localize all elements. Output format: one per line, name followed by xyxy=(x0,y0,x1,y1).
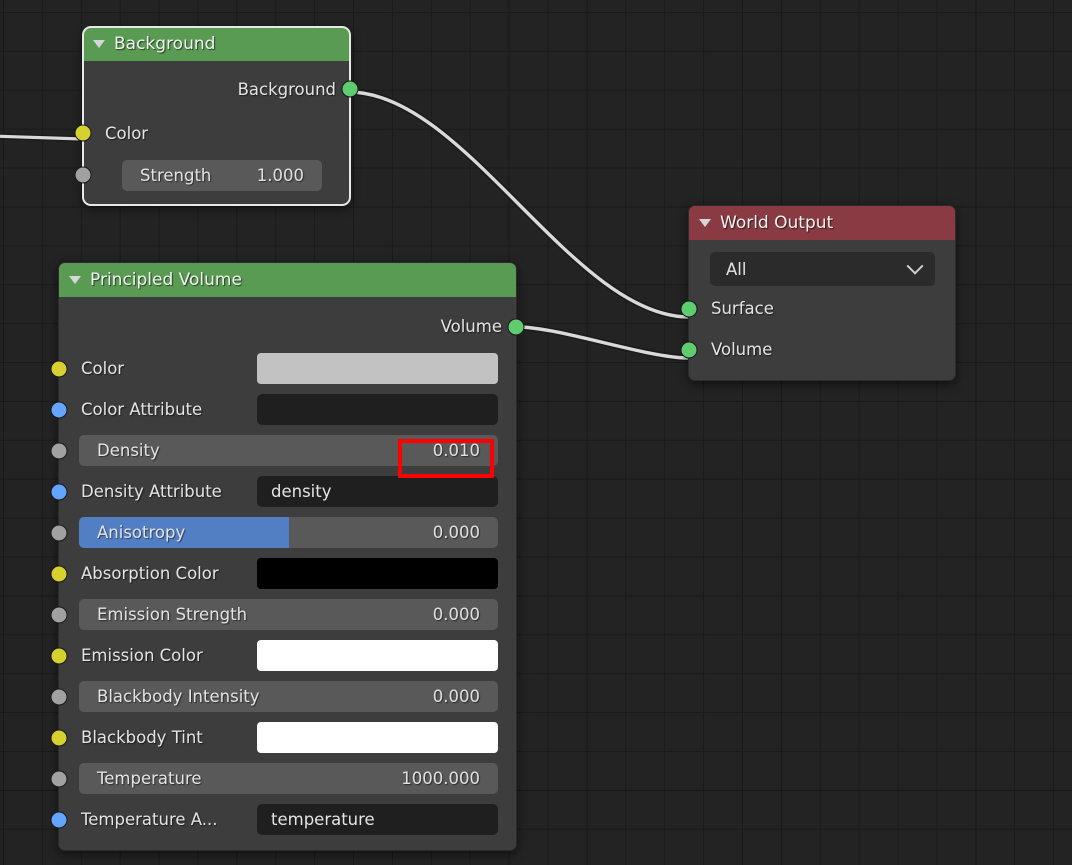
temperature-attribute-value: temperature xyxy=(271,810,375,829)
socket-input-density[interactable] xyxy=(50,442,68,459)
socket-input-wo-volume[interactable] xyxy=(680,341,698,358)
socket-input-emission-strength[interactable] xyxy=(50,606,68,623)
absorption-color-swatch[interactable] xyxy=(257,558,498,589)
temperature-value: 1000.000 xyxy=(401,769,480,788)
input-row-emission-strength: Emission Strength 0.000 xyxy=(50,594,516,635)
input-label-emission-color: Emission Color xyxy=(81,646,203,665)
node-principled-volume-title: Principled Volume xyxy=(90,270,242,290)
temperature-field[interactable]: Temperature 1000.000 xyxy=(79,763,498,794)
socket-input-color-attribute[interactable] xyxy=(50,401,68,418)
socket-input-pv-color[interactable] xyxy=(50,360,68,377)
socket-input-blackbody-intensity[interactable] xyxy=(50,688,68,705)
density-value: 0.010 xyxy=(432,441,480,460)
triangle-down-icon[interactable] xyxy=(93,40,105,48)
temperature-label: Temperature xyxy=(97,769,202,788)
input-row-surface: Surface xyxy=(680,288,955,329)
temperature-attribute-field[interactable]: temperature xyxy=(257,804,498,835)
input-row-density: Density 0.010 xyxy=(50,430,516,471)
emission-strength-field[interactable]: Emission Strength 0.000 xyxy=(79,599,498,630)
socket-input-temperature-attribute[interactable] xyxy=(50,811,68,828)
strength-value: 1.000 xyxy=(256,165,304,185)
input-label-color-attribute: Color Attribute xyxy=(81,400,203,419)
input-row-absorption-color: Absorption Color xyxy=(50,553,516,594)
input-row-blackbody-tint: Blackbody Tint xyxy=(50,717,516,758)
input-label-wo-volume: Volume xyxy=(711,340,773,359)
input-row-blackbody-intensity: Blackbody Intensity 0.000 xyxy=(50,676,516,717)
input-row-emission-color: Emission Color xyxy=(50,635,516,676)
input-label-temperature-attribute: Temperature A... xyxy=(81,810,218,829)
socket-input-color[interactable] xyxy=(74,124,92,142)
anisotropy-value: 0.000 xyxy=(432,523,480,542)
emission-strength-value: 0.000 xyxy=(432,605,480,624)
density-value-field[interactable]: Density 0.010 xyxy=(79,435,498,466)
node-background-body: Background Color Strength 1.000 xyxy=(74,61,359,205)
pv-color-swatch[interactable] xyxy=(257,353,498,384)
color-attribute-field[interactable] xyxy=(257,394,498,425)
output-label-background: Background xyxy=(237,79,336,99)
socket-output-volume[interactable] xyxy=(507,318,525,336)
target-dropdown[interactable]: All xyxy=(710,252,935,286)
socket-input-emission-color[interactable] xyxy=(50,647,68,664)
node-principled-volume-body: Volume Color Color Attribute Density 0.0… xyxy=(50,297,525,850)
socket-input-temperature[interactable] xyxy=(50,770,68,787)
input-label-color: Color xyxy=(105,123,149,143)
chevron-down-icon[interactable] xyxy=(906,257,924,275)
input-row-pv-color: Color xyxy=(50,348,516,389)
blackbody-intensity-value: 0.000 xyxy=(432,687,480,706)
node-principled-volume-header[interactable]: Principled Volume xyxy=(59,263,516,297)
socket-input-density-attribute[interactable] xyxy=(50,483,68,500)
node-background-header[interactable]: Background xyxy=(83,27,350,61)
output-row-background: Background xyxy=(83,67,359,111)
socket-input-absorption-color[interactable] xyxy=(50,565,68,582)
density-attribute-field[interactable]: density xyxy=(257,476,498,507)
input-row-density-attribute: Density Attribute density xyxy=(50,471,516,512)
input-label-density-attribute: Density Attribute xyxy=(81,482,222,501)
node-background-title: Background xyxy=(114,34,216,54)
anisotropy-label: Anisotropy xyxy=(97,523,186,542)
input-row-strength: Strength 1.000 xyxy=(74,155,350,195)
socket-input-blackbody-tint[interactable] xyxy=(50,729,68,746)
node-world-output-header[interactable]: World Output xyxy=(689,206,955,240)
input-label-absorption-color: Absorption Color xyxy=(81,564,219,583)
node-world-output-title: World Output xyxy=(720,213,834,233)
input-label-surface: Surface xyxy=(711,299,774,318)
socket-input-anisotropy[interactable] xyxy=(50,524,68,541)
density-label: Density xyxy=(97,441,160,460)
strength-label: Strength xyxy=(140,165,212,185)
input-row-wo-volume: Volume xyxy=(680,329,955,370)
target-dropdown-row: All xyxy=(689,250,955,288)
blackbody-tint-swatch[interactable] xyxy=(257,722,498,753)
output-label-volume: Volume xyxy=(440,317,502,336)
node-world-output-body: All Surface Volume xyxy=(680,240,955,380)
strength-value-field[interactable]: Strength 1.000 xyxy=(122,159,322,191)
socket-input-strength[interactable] xyxy=(74,166,92,184)
input-row-temperature: Temperature 1000.000 xyxy=(50,758,516,799)
blackbody-intensity-label: Blackbody Intensity xyxy=(97,687,260,706)
output-row-volume: Volume xyxy=(59,305,525,348)
density-attribute-value: density xyxy=(271,482,332,501)
input-row-anisotropy: Anisotropy 0.000 xyxy=(50,512,516,553)
input-row-temperature-attribute: Temperature A... temperature xyxy=(50,799,516,840)
input-label-pv-color: Color xyxy=(81,359,125,378)
node-world-output[interactable]: World Output All Surface Volume xyxy=(680,205,956,381)
node-background[interactable]: Background Background Color Strength 1.0… xyxy=(74,26,359,206)
emission-color-swatch[interactable] xyxy=(257,640,498,671)
socket-output-background[interactable] xyxy=(341,80,359,98)
emission-strength-label: Emission Strength xyxy=(97,605,248,624)
target-dropdown-value: All xyxy=(726,259,747,279)
triangle-down-icon[interactable] xyxy=(699,219,711,227)
anisotropy-slider[interactable]: Anisotropy 0.000 xyxy=(79,517,498,548)
triangle-down-icon[interactable] xyxy=(69,276,81,284)
input-label-blackbody-tint: Blackbody Tint xyxy=(81,728,203,747)
input-row-color: Color xyxy=(74,111,350,155)
node-principled-volume[interactable]: Principled Volume Volume Color Color Att… xyxy=(50,262,525,851)
blackbody-intensity-field[interactable]: Blackbody Intensity 0.000 xyxy=(79,681,498,712)
input-row-color-attribute: Color Attribute xyxy=(50,389,516,430)
socket-input-surface[interactable] xyxy=(680,300,698,317)
